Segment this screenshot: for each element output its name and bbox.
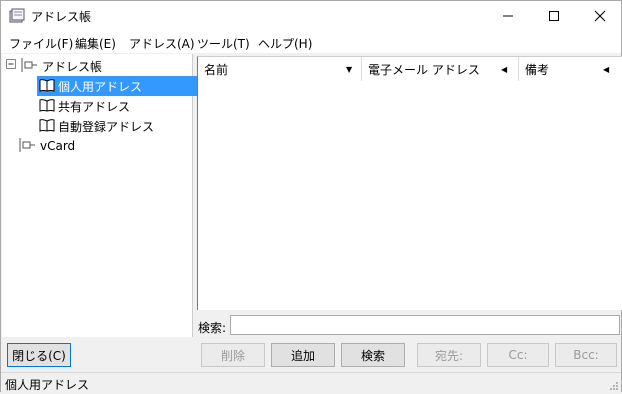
menu-address[interactable]: アドレス(A)	[129, 35, 195, 52]
minimize-icon	[503, 15, 513, 17]
add-button[interactable]: 追加	[271, 343, 335, 367]
address-book-window: アドレス帳 ファイル(F) 編集(E) アドレス(A) ツール(T) ヘルプ(H…	[0, 0, 622, 392]
search-button[interactable]: 検索	[341, 343, 405, 367]
menu-file[interactable]: ファイル(F)	[9, 35, 73, 52]
tree-label-personal: 個人用アドレス	[58, 79, 143, 94]
tree-label-auto: 自動登録アドレス	[58, 119, 155, 134]
collapse-icon[interactable]	[6, 59, 17, 73]
bcc-button[interactable]: Bcc:	[555, 343, 617, 367]
tree-item-vcard[interactable]: vCard	[17, 136, 78, 156]
tree-item-address-book[interactable]: アドレス帳	[6, 56, 105, 76]
sort-down-icon: ▼	[346, 65, 353, 74]
close-icon	[594, 10, 606, 22]
maximize-button[interactable]	[531, 1, 577, 31]
folder-connector-icon	[17, 137, 37, 155]
cc-button[interactable]: Cc:	[487, 343, 549, 367]
tree-item-shared[interactable]: 共有アドレス	[37, 96, 141, 116]
to-button[interactable]: 宛先:	[417, 343, 481, 367]
folder-connector-icon	[19, 57, 39, 75]
maximize-icon	[549, 11, 559, 21]
address-book-app-icon	[9, 8, 25, 24]
delete-button[interactable]: 削除	[201, 343, 265, 367]
menu-bar: ファイル(F) 編集(E) アドレス(A) ツール(T) ヘルプ(H)	[1, 31, 621, 53]
window-title: アドレス帳	[31, 10, 92, 24]
tree-label-shared: 共有アドレス	[58, 99, 131, 114]
tree-label-address-book: アドレス帳	[42, 59, 103, 74]
sort-left-icon: ◀	[603, 65, 610, 74]
menu-help[interactable]: ヘルプ(H)	[258, 35, 312, 52]
title-bar: アドレス帳	[1, 1, 621, 31]
address-list[interactable]: 名前 ▼ 電子メール アドレス ◀ 備考 ◀	[197, 56, 622, 310]
search-label: 検索:	[198, 321, 227, 335]
minimize-button[interactable]	[485, 1, 531, 31]
menu-edit[interactable]: 編集(E)	[75, 35, 116, 52]
tree-label-vcard: vCard	[40, 139, 76, 153]
sort-left-icon: ◀	[501, 65, 508, 74]
column-header-email[interactable]: 電子メール アドレス ◀	[362, 57, 519, 81]
open-book-icon	[39, 118, 55, 135]
status-text: 個人用アドレス	[5, 378, 90, 392]
close-window-button[interactable]	[577, 1, 622, 31]
column-header-name[interactable]: 名前 ▼	[198, 57, 362, 81]
tree-item-personal[interactable]: 個人用アドレス	[37, 76, 197, 96]
tree-item-auto-wrap: 自動登録アドレス	[37, 116, 165, 136]
resize-grip-icon[interactable]	[609, 380, 619, 390]
tree-item-personal-highlight: 個人用アドレス	[37, 76, 197, 96]
status-bar: 個人用アドレス	[1, 372, 621, 392]
column-header-notes[interactable]: 備考 ◀	[519, 57, 622, 81]
tree-item-auto[interactable]: 自動登録アドレス	[37, 116, 165, 136]
open-book-icon	[39, 98, 55, 115]
close-button[interactable]: 閉じる(C)	[7, 343, 71, 367]
column-label-notes: 備考	[525, 62, 550, 77]
tree-item-shared-wrap: 共有アドレス	[37, 96, 141, 116]
address-tree: アドレス帳 個人用アドレス 共有アドレス 自動登録アドレス vCard	[2, 54, 197, 337]
column-label-email: 電子メール アドレス	[368, 62, 480, 77]
column-label-name: 名前	[204, 62, 229, 77]
menu-tools[interactable]: ツール(T)	[197, 35, 250, 52]
search-input[interactable]	[230, 315, 620, 335]
open-book-icon	[39, 78, 55, 95]
